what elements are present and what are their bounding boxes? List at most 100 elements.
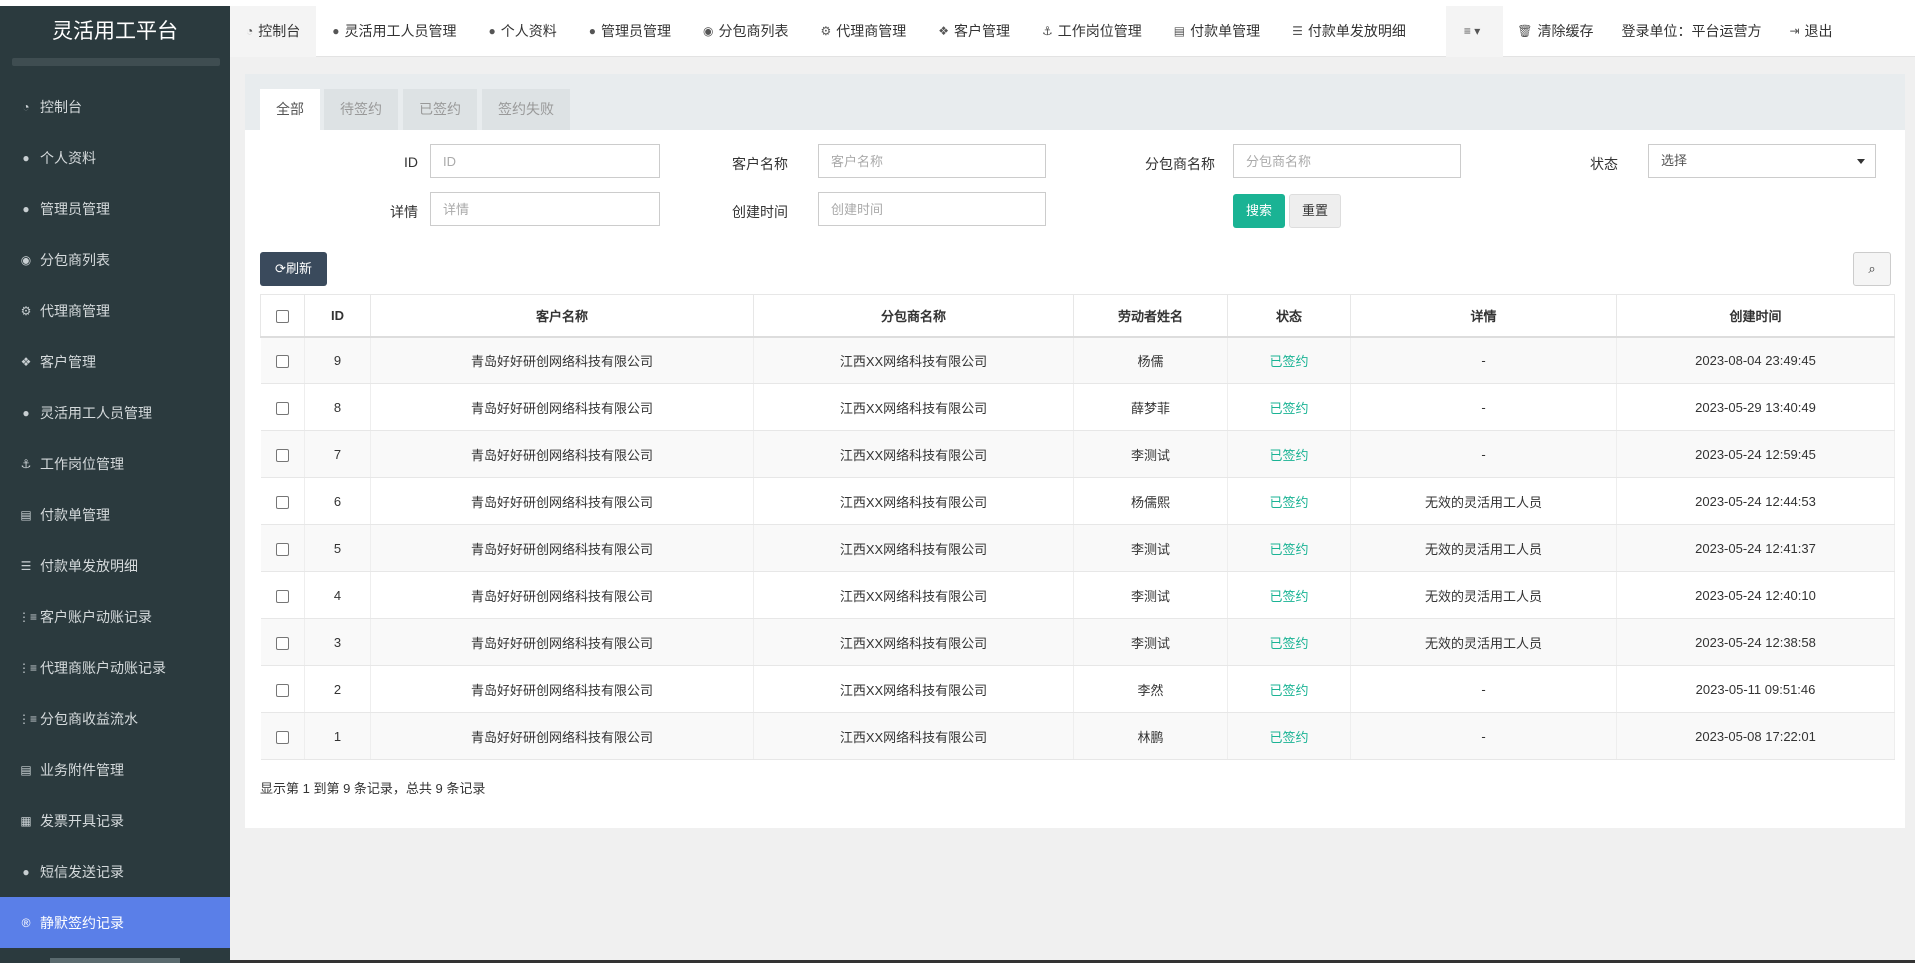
- customer-name-input[interactable]: [818, 144, 1046, 178]
- cell-created-time: 2023-05-29 13:40:49: [1616, 383, 1895, 431]
- id-input[interactable]: [430, 144, 660, 178]
- cell-detail: -: [1350, 712, 1617, 760]
- sidebar-item-8[interactable]: ▤ 付款单管理: [0, 489, 230, 540]
- app-title: 灵活用工平台: [0, 6, 230, 66]
- id-label: ID: [404, 154, 418, 170]
- sidebar-item-label: 分包商列表: [40, 251, 110, 268]
- status-select[interactable]: 选择: [1648, 144, 1876, 178]
- table-row[interactable]: 7 青岛好好研创网络科技有限公司 江西XX网络科技有限公司 李测试 已签约 -2023-0…: [260, 430, 1895, 478]
- sidebar-item-7[interactable]: ⚓ 工作岗位管理: [0, 438, 230, 489]
- sidebar-item-0[interactable]: ◔ 控制台: [0, 81, 230, 132]
- pagination-summary: 显示第 1 到第 9 条记录，总共 9 条记录: [260, 781, 486, 796]
- row-checkbox[interactable]: [275, 636, 289, 650]
- cell-status: 已签约: [1227, 336, 1351, 384]
- top-tab-1[interactable]: ● 灵活用工人员管理: [316, 6, 472, 57]
- logout-button[interactable]: ⇥ 退出: [1775, 6, 1846, 57]
- clear-cache-button[interactable]: 🗑 清除缓存: [1503, 6, 1607, 57]
- col-worker-name[interactable]: 劳动者姓名: [1073, 294, 1228, 338]
- sidebar-item-11[interactable]: ⋮≡ 代理商账户动账记录: [0, 642, 230, 693]
- sidebar-item-label: 代理商账户动账记录: [40, 659, 166, 676]
- sidebar-item-14[interactable]: ▦ 发票开具记录: [0, 795, 230, 846]
- table-row[interactable]: 4 青岛好好研创网络科技有限公司 江西XX网络科技有限公司 李测试 已签约 无效的灵活用工…: [260, 571, 1895, 619]
- table-row[interactable]: 3 青岛好好研创网络科技有限公司 江西XX网络科技有限公司 李测试 已签约 无效的灵活用工…: [260, 618, 1895, 666]
- top-tab-3[interactable]: ● 管理员管理: [573, 6, 687, 57]
- table-row[interactable]: 2 青岛好好研创网络科技有限公司 江西XX网络科技有限公司 李然 已签约 -2023-05…: [260, 665, 1895, 713]
- sidebar-item-4[interactable]: ⚙ 代理商管理: [0, 285, 230, 336]
- select-all-checkbox[interactable]: [276, 309, 289, 323]
- top-tab-8[interactable]: ▤ 付款单管理: [1158, 6, 1276, 57]
- row-checkbox[interactable]: [275, 542, 289, 556]
- sidebar-item-12[interactable]: ⋮≡ 分包商收益流水: [0, 693, 230, 744]
- col-id[interactable]: ID: [304, 294, 371, 338]
- row-select-cell: [260, 712, 305, 760]
- subcontractor-name-input[interactable]: [1233, 144, 1461, 178]
- row-checkbox[interactable]: [275, 683, 289, 697]
- cell-worker-name: 李然: [1073, 665, 1228, 713]
- globe-icon: ◉: [20, 252, 32, 267]
- top-tab-5[interactable]: ⚙ 代理商管理: [804, 6, 922, 57]
- tab-all[interactable]: 全部: [260, 89, 320, 130]
- top-tab-6[interactable]: ❖ 客户管理: [922, 6, 1026, 57]
- sidebar-item-label: 灵活用工人员管理: [40, 404, 152, 421]
- tab-pending[interactable]: 待签约: [324, 89, 398, 130]
- sidebar-item-9[interactable]: ☰ 付款单发放明细: [0, 540, 230, 591]
- sidebar-item-6[interactable]: ● 灵活用工人员管理: [0, 387, 230, 438]
- top-tab-label: 工作岗位管理: [1057, 23, 1142, 39]
- top-tab-9[interactable]: ☰ 付款单发放明细: [1276, 6, 1422, 57]
- row-checkbox[interactable]: [275, 401, 289, 415]
- sidebar-scroll-indicator[interactable]: [50, 958, 180, 963]
- row-checkbox[interactable]: [275, 495, 289, 509]
- sidebar-item-2[interactable]: ● 管理员管理: [0, 183, 230, 234]
- sidebar-item-1[interactable]: ● 个人资料: [0, 132, 230, 183]
- trash-icon: 🗑: [1517, 24, 1533, 38]
- sidebar-item-16[interactable]: ® 静默签约记录: [0, 897, 230, 948]
- table-row[interactable]: 8 青岛好好研创网络科技有限公司 江西XX网络科技有限公司 薛梦菲 已签约 -2023-0…: [260, 383, 1895, 431]
- top-tab-0[interactable]: ◔ 控制台: [230, 5, 317, 57]
- row-select-cell: [260, 336, 305, 384]
- sidebar-item-label: 发票开具记录: [40, 812, 124, 829]
- row-checkbox[interactable]: [275, 448, 289, 462]
- top-tab-7[interactable]: ⚓ 工作岗位管理: [1026, 6, 1158, 57]
- sidebar-item-15[interactable]: ● 短信发送记录: [0, 846, 230, 897]
- row-checkbox[interactable]: [275, 730, 289, 744]
- tab-failed[interactable]: 签约失败: [482, 89, 570, 130]
- cell-detail: -: [1350, 430, 1617, 478]
- detail-label: 详情: [390, 204, 418, 220]
- cell-id: 3: [304, 618, 371, 666]
- table-row[interactable]: 9 青岛好好研创网络科技有限公司 江西XX网络科技有限公司 杨儒 已签约 -2023-08…: [260, 336, 1895, 384]
- row-checkbox[interactable]: [275, 589, 289, 603]
- sidebar-item-3[interactable]: ◉ 分包商列表: [0, 234, 230, 285]
- table-row[interactable]: 1 青岛好好研创网络科技有限公司 江西XX网络科技有限公司 林鹏 已签约 -2023-05…: [260, 712, 1895, 760]
- cell-id: 9: [304, 336, 371, 384]
- col-subcontractor-name[interactable]: 分包商名称: [753, 294, 1074, 338]
- top-tab-4[interactable]: ◉ 分包商列表: [687, 6, 804, 57]
- sidebar-item-13[interactable]: ▤ 业务附件管理: [0, 744, 230, 795]
- sidebar-item-5[interactable]: ❖ 客户管理: [0, 336, 230, 387]
- col-customer-name[interactable]: 客户名称: [370, 294, 754, 338]
- top-tab-label: 客户管理: [954, 23, 1011, 39]
- col-detail[interactable]: 详情: [1350, 294, 1617, 338]
- search-button[interactable]: 搜索: [1233, 194, 1285, 228]
- cell-customer-name: 青岛好好研创网络科技有限公司: [370, 712, 754, 760]
- sidebar-item-label: 代理商管理: [40, 302, 110, 319]
- customer-name-label: 客户名称: [732, 156, 788, 172]
- table-row[interactable]: 5 青岛好好研创网络科技有限公司 江西XX网络科技有限公司 李测试 已签约 无效的灵活用工…: [260, 524, 1895, 572]
- created-time-input[interactable]: [818, 192, 1046, 226]
- cell-worker-name: 李测试: [1073, 571, 1228, 619]
- sidebar-item-10[interactable]: ⋮≡ 客户账户动账记录: [0, 591, 230, 642]
- detail-input[interactable]: [430, 192, 660, 226]
- anchor-icon: ⚓: [20, 456, 32, 471]
- col-created-time[interactable]: 创建时间: [1616, 294, 1895, 338]
- toggle-search-button[interactable]: ⌕: [1853, 252, 1891, 286]
- menu-toggle-button[interactable]: ≡ ▾: [1445, 5, 1504, 57]
- row-checkbox[interactable]: [275, 354, 289, 368]
- row-select-cell: [260, 430, 305, 478]
- refresh-button[interactable]: ⟳刷新: [260, 252, 327, 286]
- cell-subcontractor-name: 江西XX网络科技有限公司: [753, 524, 1074, 572]
- created-time-label: 创建时间: [732, 204, 788, 220]
- top-tab-2[interactable]: ● 个人资料: [473, 6, 573, 57]
- tab-signed[interactable]: 已签约: [403, 89, 477, 130]
- col-status[interactable]: 状态: [1227, 294, 1351, 338]
- reset-button[interactable]: 重置: [1289, 194, 1341, 228]
- table-row[interactable]: 6 青岛好好研创网络科技有限公司 江西XX网络科技有限公司 杨儒熙 已签约 无效的灵活用工…: [260, 477, 1895, 525]
